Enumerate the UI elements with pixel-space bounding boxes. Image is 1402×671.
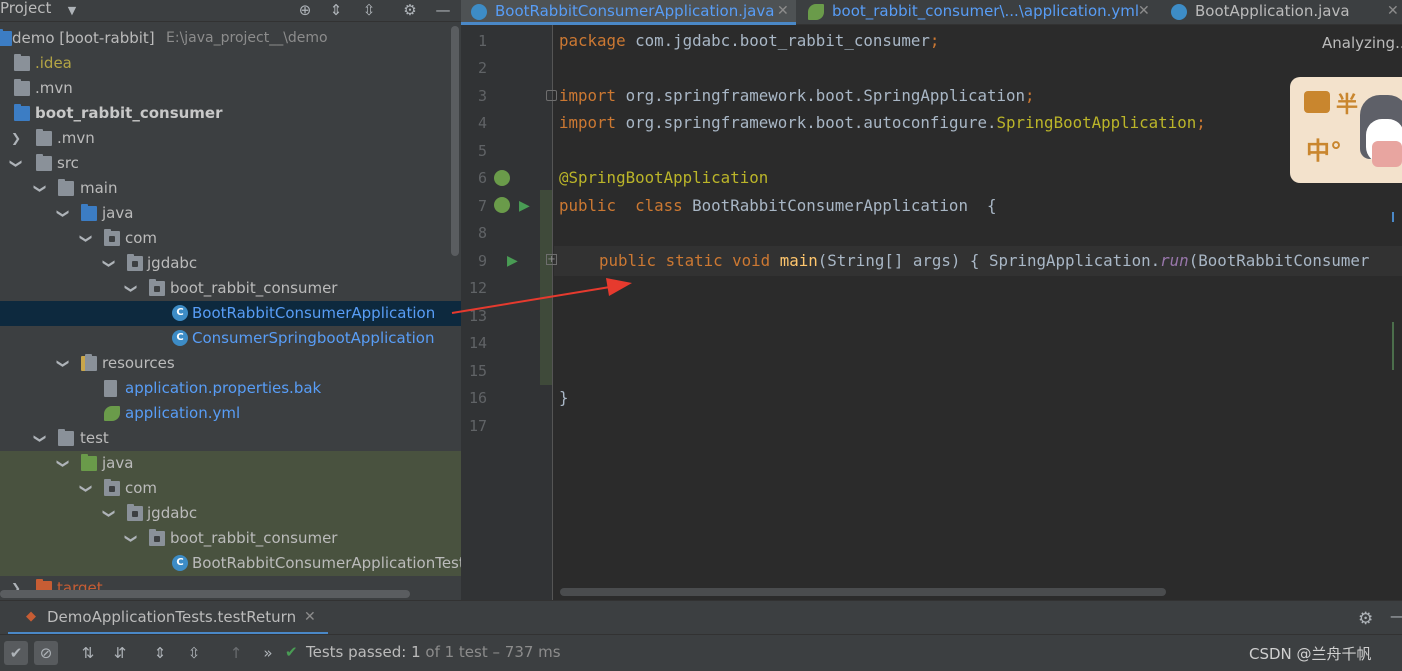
tab-run-config[interactable]: ◆ DemoApplicationTests.testReturn ✕ [8,601,328,635]
gear-icon[interactable]: ⚙ [1358,609,1373,629]
sort-duration-icon[interactable]: ⇵ [108,641,132,665]
test-status: Tests passed: 1 of 1 test – 737 ms [306,643,561,661]
minimize-icon[interactable]: — [1390,607,1402,625]
show-ignored-icon[interactable]: ⊘ [34,641,58,665]
test-status-prefix: Tests passed: [306,643,407,661]
previous-failed-icon[interactable]: ↑ [224,641,248,665]
arrow-head [606,278,632,296]
expand-all-icon[interactable]: ⇕ [148,641,172,665]
show-passed-icon[interactable]: ✔ [4,641,28,665]
run-tab-label: DemoApplicationTests.testReturn [47,608,297,626]
passed-check-icon: ✔ [285,643,298,661]
annotation-arrow [451,278,632,314]
test-status-suffix: of 1 test – 737 ms [425,643,561,661]
watermark: CSDN @兰舟千帆 [1249,645,1372,663]
test-status-count: 1 [411,643,421,661]
sort-alpha-icon[interactable]: ⇅ [76,641,100,665]
more-icon[interactable]: » [256,641,280,665]
arrow-line [451,286,611,314]
collapse-all-icon[interactable]: ⇳ [182,641,206,665]
run-config-icon: ◆ [26,609,36,624]
run-toolbar: ✔ ⊘ ⇅ ⇵ ⇕ ⇳ ↑ » ✔ Tests passed: 1 of 1 t… [0,634,1402,671]
run-tabbar: ◆ DemoApplicationTests.testReturn ✕ ⚙ — [0,600,1402,635]
close-icon[interactable]: ✕ [304,609,316,625]
